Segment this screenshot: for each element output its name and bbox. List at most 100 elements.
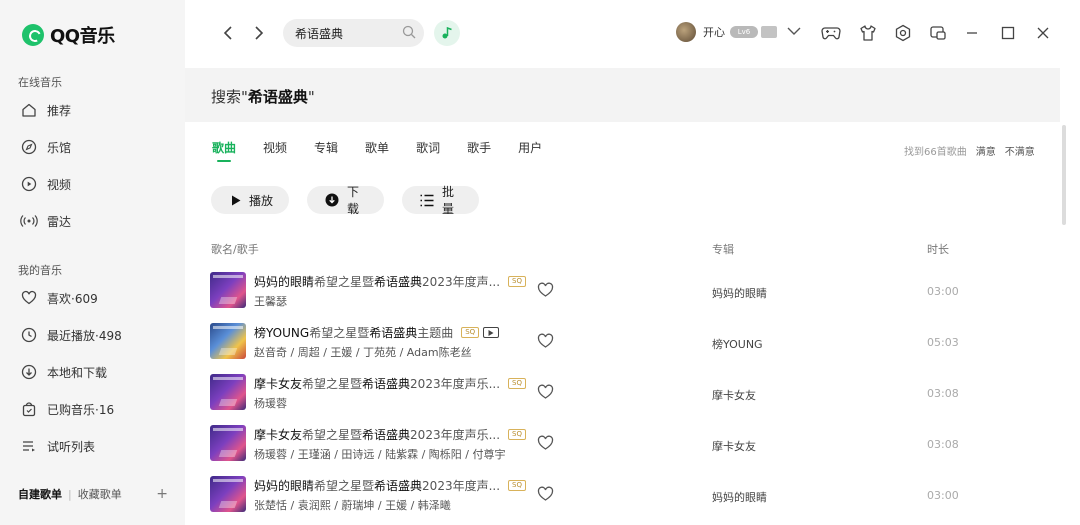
song-desc-post: 2023年度声乐... <box>410 428 501 442</box>
add-playlist-button[interactable]: + <box>156 486 168 502</box>
chevron-down-icon[interactable] <box>787 25 801 39</box>
album-cover[interactable] <box>210 374 246 410</box>
album-cover[interactable] <box>210 476 246 512</box>
like-heart-icon[interactable] <box>537 384 554 403</box>
satisfied-link[interactable]: 满意 <box>976 143 996 158</box>
album-cover[interactable] <box>210 323 246 359</box>
search-input[interactable] <box>295 26 395 40</box>
mv-play-icon[interactable] <box>483 327 500 338</box>
song-desc-highlight: 希语盛典 <box>374 275 423 289</box>
minimize-button[interactable] <box>962 23 982 43</box>
song-artists[interactable]: 王馨瑟 <box>254 293 287 309</box>
like-heart-icon[interactable] <box>537 486 554 505</box>
download-circle-icon <box>325 193 339 207</box>
heart-icon <box>20 289 38 307</box>
batch-button[interactable]: 批量 <box>402 185 479 216</box>
user-profile[interactable]: 开心 Lv6 <box>676 22 801 42</box>
album-cover[interactable] <box>210 272 246 308</box>
sidebar-item-favorites[interactable]: 喜欢·609 <box>20 287 98 309</box>
song-desc-highlight: 希语盛典 <box>374 479 423 493</box>
sidebar-item-recent[interactable]: 最近播放·498 <box>20 324 122 346</box>
mini-mode-button[interactable] <box>928 23 948 43</box>
tab-created-playlists[interactable]: 自建歌单 <box>18 486 62 502</box>
my-music-heading: 我的音乐 <box>18 264 62 277</box>
sidebar-item-video[interactable]: 视频 <box>20 173 71 195</box>
album-cover[interactable] <box>210 425 246 461</box>
result-count: 找到66首歌曲 <box>904 147 967 158</box>
search-icon[interactable] <box>402 25 416 42</box>
song-title[interactable]: 摩卡女友 希望之星暨 希语盛典 2023年度声乐... SQ <box>254 375 526 392</box>
game-button[interactable] <box>821 23 841 43</box>
tab-collected-playlists[interactable]: 收藏歌单 <box>78 486 122 502</box>
song-artists[interactable]: 杨瑗蓉 <box>254 395 287 411</box>
song-duration: 03:00 <box>927 489 959 502</box>
song-artists[interactable]: 赵音奇 / 周超 / 王媛 / 丁苑苑 / Adam陈老丝 <box>254 344 472 360</box>
like-heart-icon[interactable] <box>537 333 554 352</box>
song-album[interactable]: 妈妈的眼睛 <box>712 285 767 301</box>
song-artists[interactable]: 张楚恬 / 袁润熙 / 蔚瑞坤 / 王媛 / 韩泽曦 <box>254 497 451 513</box>
column-song[interactable]: 歌名/歌手 <box>211 241 259 257</box>
sidebar-item-local-download[interactable]: 本地和下载 <box>20 361 107 383</box>
unsatisfied-link[interactable]: 不满意 <box>1005 143 1035 158</box>
forward-button[interactable] <box>249 22 269 44</box>
app-logo[interactable]: QQ音乐 <box>22 22 115 48</box>
user-name[interactable]: 开心 <box>703 24 725 40</box>
sidebar-item-label: 视频 <box>47 177 72 192</box>
tab-lyrics[interactable]: 歌词 <box>416 139 440 162</box>
batch-label: 批量 <box>442 185 455 216</box>
vip-badge <box>761 26 777 38</box>
tab-users[interactable]: 用户 <box>518 139 542 162</box>
song-album[interactable]: 妈妈的眼睛 <box>712 489 767 505</box>
back-button[interactable] <box>218 22 238 44</box>
column-duration[interactable]: 时长 <box>927 241 949 257</box>
like-heart-icon[interactable] <box>537 435 554 454</box>
download-button[interactable]: 下载 <box>307 185 384 216</box>
settings-button[interactable] <box>893 23 913 43</box>
tab-playlists[interactable]: 歌单 <box>365 139 389 162</box>
song-desc-post: 2023年度声... <box>422 479 501 493</box>
music-recognition-button[interactable] <box>434 20 460 46</box>
song-title[interactable]: 妈妈的眼睛 希望之星暨 希语盛典 2023年度声... SQ <box>254 477 526 494</box>
song-album[interactable]: 榜YOUNG <box>712 336 763 352</box>
scrollbar[interactable] <box>1062 125 1066 225</box>
close-button[interactable] <box>1033 23 1053 43</box>
song-desc-post: 主题曲 <box>417 326 454 340</box>
tab-videos[interactable]: 视频 <box>263 139 287 162</box>
avatar[interactable] <box>676 22 696 42</box>
radar-icon <box>20 212 38 230</box>
playlist-tabs: 自建歌单 | 收藏歌单 + <box>18 486 168 502</box>
table-row[interactable]: 榜YOUNG 希望之星暨 希语盛典 主题曲 SQ 赵音奇 / 周超 / 王媛 / 丁苑… <box>210 321 960 365</box>
search-result-title: 搜索"希语盛典" <box>211 86 315 107</box>
sidebar-item-recommend[interactable]: 推荐 <box>20 99 71 121</box>
table-row[interactable]: 妈妈的眼睛 希望之星暨 希语盛典 2023年度声... SQ 张楚恬 / 袁润熙 / … <box>210 474 960 518</box>
sidebar-item-radar[interactable]: 雷达 <box>20 210 71 232</box>
song-title[interactable]: 摩卡女友 希望之星暨 希语盛典 2023年度声乐... SQ <box>254 426 526 443</box>
level-badge: Lv6 <box>730 26 758 38</box>
song-artists[interactable]: 杨瑗蓉 / 王瑾涵 / 田诗远 / 陆紫霖 / 陶栎阳 / 付尊宇 <box>254 446 506 462</box>
table-row[interactable]: 摩卡女友 希望之星暨 希语盛典 2023年度声乐... SQ 杨瑗蓉 / 王瑾涵 / … <box>210 423 960 467</box>
sidebar: QQ音乐 在线音乐 推荐 乐馆 视频 雷达 我的音乐 喜欢·609 最近播放·4… <box>0 0 185 525</box>
song-desc-post: 2023年度声乐... <box>410 377 501 391</box>
search-prefix: 搜索" <box>211 88 248 106</box>
table-row[interactable]: 妈妈的眼睛 希望之星暨 希语盛典 2023年度声... SQ 王馨瑟 妈妈的眼睛 03… <box>210 270 960 314</box>
tab-singers[interactable]: 歌手 <box>467 139 491 162</box>
tab-songs[interactable]: 歌曲 <box>212 139 236 162</box>
table-row[interactable]: 摩卡女友 希望之星暨 希语盛典 2023年度声乐... SQ 杨瑗蓉 摩卡女友 03:… <box>210 372 960 416</box>
sq-badge: SQ <box>508 429 526 440</box>
column-album[interactable]: 专辑 <box>712 241 734 257</box>
song-title[interactable]: 妈妈的眼睛 希望之星暨 希语盛典 2023年度声... SQ <box>254 273 526 290</box>
sidebar-item-label: 试听列表 <box>47 439 96 454</box>
skin-button[interactable] <box>858 23 878 43</box>
like-heart-icon[interactable] <box>537 282 554 301</box>
song-name: 妈妈的眼睛 <box>254 275 315 289</box>
sidebar-item-music-hall[interactable]: 乐馆 <box>20 136 71 158</box>
song-album[interactable]: 摩卡女友 <box>712 387 756 403</box>
sidebar-item-trial-list[interactable]: 试听列表 <box>20 435 95 457</box>
maximize-button[interactable] <box>998 23 1018 43</box>
sidebar-item-purchased[interactable]: 已购音乐·16 <box>20 398 114 420</box>
tab-albums[interactable]: 专辑 <box>314 139 338 162</box>
song-album[interactable]: 摩卡女友 <box>712 438 756 454</box>
play-all-button[interactable]: 播放 <box>211 186 289 214</box>
song-title[interactable]: 榜YOUNG 希望之星暨 希语盛典 主题曲 SQ <box>254 324 500 341</box>
online-music-heading: 在线音乐 <box>18 76 62 89</box>
